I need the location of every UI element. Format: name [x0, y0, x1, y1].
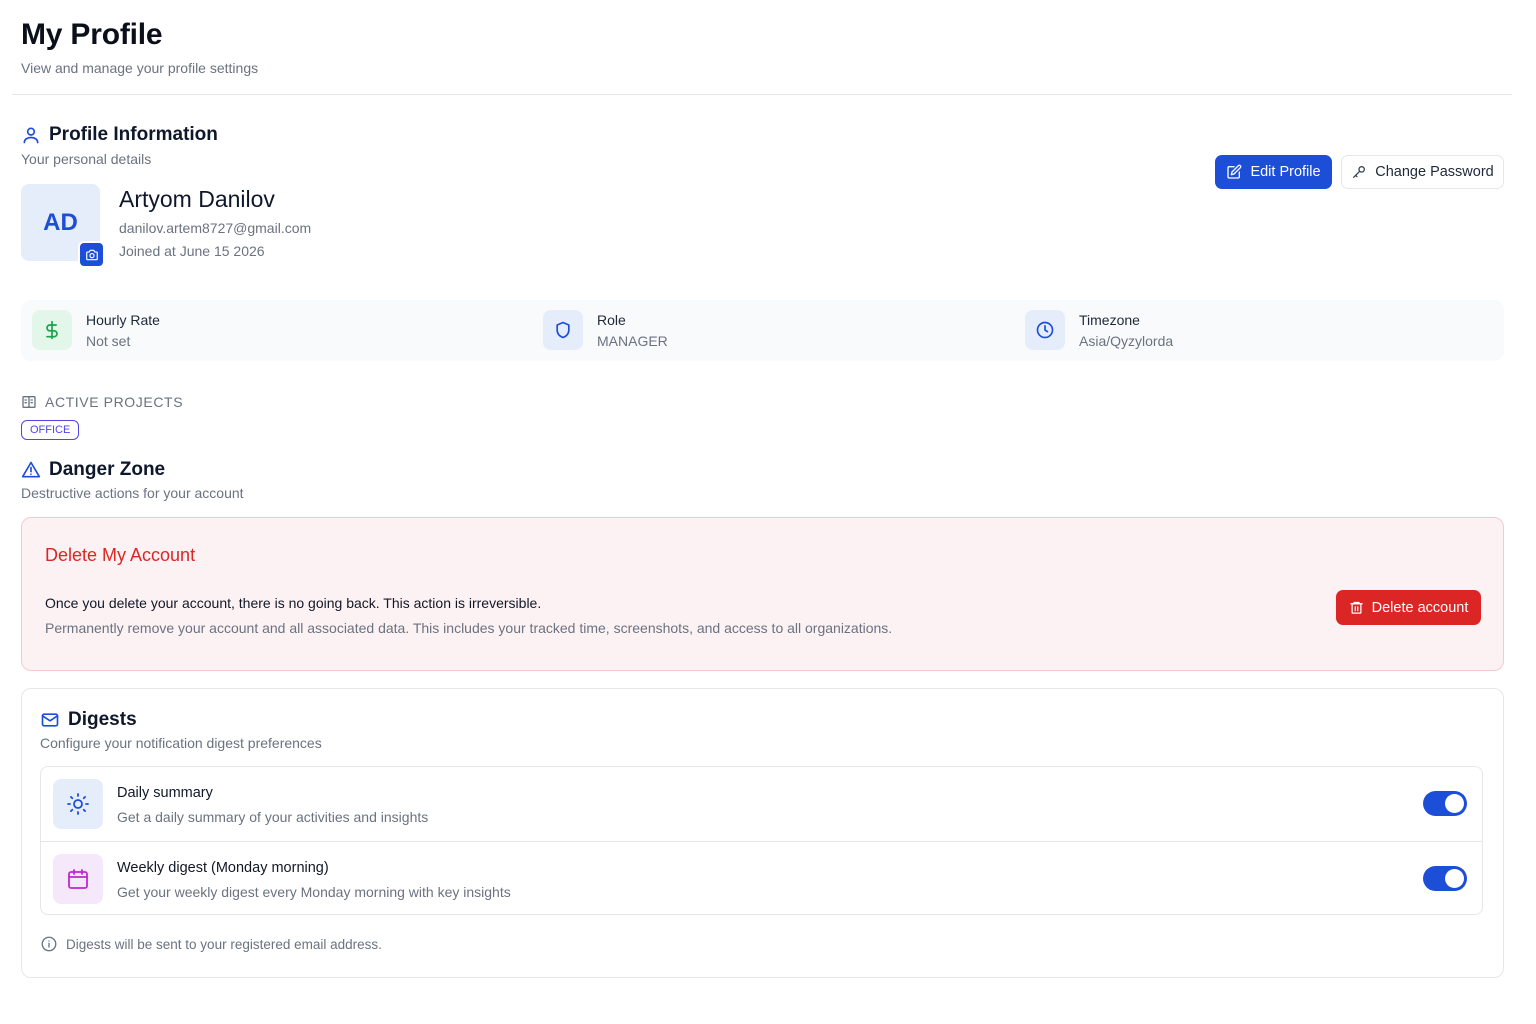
- timezone-value: Asia/Qyzylorda: [1079, 332, 1174, 349]
- edit-profile-button[interactable]: Edit Profile: [1215, 155, 1332, 189]
- timezone-item: Timezone Asia/Qyzylorda: [1025, 310, 1173, 350]
- digest-list: Daily summary Get a daily summary of you…: [40, 766, 1483, 915]
- role-label: Role: [597, 311, 626, 328]
- hourly-rate-value: Not set: [86, 332, 131, 349]
- toggle-knob: [1445, 794, 1464, 813]
- timezone-label: Timezone: [1079, 311, 1140, 328]
- page-title: My Profile: [21, 18, 163, 51]
- weekly-digest-toggle[interactable]: [1423, 866, 1467, 891]
- digests-subtitle: Configure your notification digest prefe…: [40, 735, 322, 751]
- change-password-button[interactable]: Change Password: [1341, 155, 1504, 189]
- avatar-initials: AD: [43, 208, 78, 236]
- header-divider: [12, 94, 1512, 95]
- shield-icon: [543, 310, 583, 350]
- user-joined-date: Joined at June 15 2026: [119, 243, 265, 259]
- delete-account-card: Delete My Account Once you delete your a…: [21, 517, 1504, 671]
- sun-icon: [53, 779, 103, 829]
- delete-account-label: Delete account: [1371, 599, 1469, 616]
- digests-card: Digests Configure your notification dige…: [21, 688, 1504, 978]
- clock-icon: [1025, 310, 1065, 350]
- digests-note-text: Digests will be sent to your registered …: [66, 936, 382, 952]
- digests-note: Digests will be sent to your registered …: [40, 935, 382, 953]
- calendar-icon: [53, 854, 103, 904]
- daily-summary-description: Get a daily summary of your activities a…: [117, 809, 429, 825]
- camera-icon: [85, 248, 99, 262]
- profile-section-subtitle: Your personal details: [21, 151, 152, 167]
- toggle-knob: [1445, 869, 1464, 888]
- info-icon: [40, 935, 58, 953]
- profile-info-strip: Hourly Rate Not set Role MANAGER Timezon…: [21, 300, 1504, 361]
- key-icon: [1351, 164, 1367, 180]
- delete-account-title: Delete My Account: [45, 545, 196, 565]
- project-badge: OFFICE: [21, 420, 80, 440]
- warning-icon: [21, 460, 41, 480]
- daily-summary-title: Daily summary: [117, 785, 213, 801]
- change-avatar-button[interactable]: [78, 241, 105, 268]
- dollar-icon: [32, 310, 72, 350]
- profile-section-header: Profile Information: [21, 124, 218, 146]
- user-icon: [21, 125, 41, 145]
- danger-section-title: Danger Zone: [49, 459, 166, 480]
- change-password-label: Change Password: [1375, 164, 1494, 180]
- delete-account-warning: Once you delete your account, there is n…: [45, 595, 542, 611]
- digests-title: Digests: [68, 709, 137, 730]
- daily-summary-toggle[interactable]: [1423, 791, 1467, 816]
- mail-icon: [40, 710, 60, 730]
- edit-icon: [1226, 164, 1242, 180]
- role-value: MANAGER: [597, 332, 668, 349]
- active-projects-header: ACTIVE PROJECTS: [21, 394, 183, 410]
- digests-header: Digests: [40, 709, 137, 731]
- weekly-digest-description: Get your weekly digest every Monday morn…: [117, 884, 511, 900]
- digest-row-weekly: Weekly digest (Monday morning) Get your …: [41, 841, 1482, 915]
- trash-icon: [1349, 600, 1364, 615]
- user-email: danilov.artem8727@gmail.com: [119, 220, 312, 236]
- edit-profile-label: Edit Profile: [1250, 164, 1321, 180]
- digest-row-daily: Daily summary Get a daily summary of you…: [41, 767, 1482, 841]
- profile-section-title: Profile Information: [49, 124, 218, 145]
- page-subtitle: View and manage your profile settings: [21, 60, 259, 76]
- building-icon: [21, 394, 37, 410]
- delete-account-button[interactable]: Delete account: [1336, 590, 1481, 625]
- danger-section-subtitle: Destructive actions for your account: [21, 485, 244, 501]
- hourly-rate-label: Hourly Rate: [86, 311, 160, 328]
- delete-account-description: Permanently remove your account and all …: [45, 620, 893, 636]
- danger-section-header: Danger Zone: [21, 459, 165, 481]
- user-name: Artyom Danilov: [119, 186, 275, 212]
- active-projects-title: ACTIVE PROJECTS: [45, 394, 184, 410]
- hourly-rate-item: Hourly Rate Not set: [32, 310, 160, 350]
- role-item: Role MANAGER: [543, 310, 668, 350]
- weekly-digest-title: Weekly digest (Monday morning): [117, 860, 329, 876]
- page-header: My Profile View and manage your profile …: [21, 18, 258, 76]
